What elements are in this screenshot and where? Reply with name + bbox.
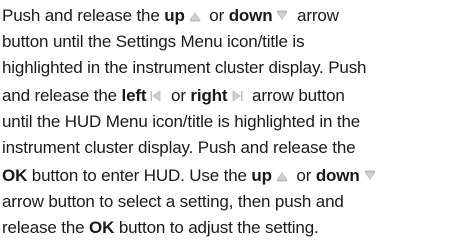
keyword-down: down	[315, 166, 360, 185]
instruction-paragraph: Push and release the up or down arrow bu…	[2, 0, 450, 246]
line-1: Push and release the up or down arrow	[2, 6, 339, 26]
text-segment: arrow	[292, 6, 339, 25]
text-segment: or	[166, 86, 191, 105]
text-segment: button to adjust the setting.	[114, 218, 319, 237]
text-segment: release the	[2, 218, 90, 237]
text-segment: arrow button	[247, 86, 345, 105]
line-7: OK button to enter HUD. Use the up or do…	[2, 166, 380, 186]
text-segment: Push and release the	[2, 6, 165, 25]
right-arrow-icon	[230, 89, 244, 103]
up-arrow-icon	[275, 169, 289, 183]
down-arrow-icon	[363, 169, 377, 183]
line-6: instrument cluster display. Push and rel…	[2, 138, 356, 157]
text-segment: or	[204, 6, 229, 25]
line-3: highlighted in the instrument cluster di…	[2, 58, 367, 77]
down-arrow-icon	[275, 9, 289, 23]
keyword-ok: OK	[89, 218, 115, 237]
text-segment: button to enter HUD. Use the	[27, 166, 252, 185]
left-arrow-icon	[149, 89, 163, 103]
keyword-right: right	[190, 86, 228, 105]
keyword-left: left	[121, 86, 147, 105]
line-4: and release the left or right arrow butt…	[2, 86, 345, 106]
line-2: button until the Settings Menu icon/titl…	[2, 32, 305, 51]
keyword-ok: OK	[2, 166, 28, 185]
keyword-up: up	[251, 166, 272, 185]
line-9: release the OK button to adjust the sett…	[2, 218, 319, 238]
line-5: until the HUD Menu icon/title is highlig…	[2, 112, 361, 131]
keyword-up: up	[164, 6, 185, 25]
up-arrow-icon	[188, 9, 202, 23]
text-segment: and release the	[2, 86, 122, 105]
line-8: arrow button to select a setting, then p…	[2, 192, 344, 211]
keyword-down: down	[228, 6, 273, 25]
text-segment: or	[291, 166, 316, 185]
